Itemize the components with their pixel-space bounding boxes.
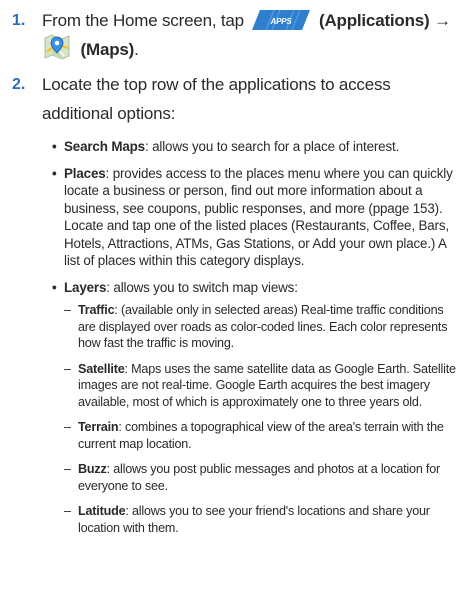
list-item: • Search Maps: allows you to search for …: [52, 138, 461, 156]
layer-item: – Latitude: allows you to see your frien…: [64, 503, 461, 536]
layer-term: Buzz: [78, 462, 107, 476]
maps-label: (Maps): [80, 40, 135, 59]
dash-symbol: –: [64, 303, 71, 317]
step-number: 1.: [12, 12, 26, 29]
bullet-symbol: •: [52, 279, 57, 295]
option-description: : allows you to switch map views:: [106, 279, 298, 295]
bullet-symbol: •: [52, 165, 57, 181]
step-text: Locate the top row of the applications t…: [42, 75, 391, 123]
layer-description: : (available only in selected areas) Rea…: [78, 303, 448, 350]
layer-description: : Maps uses the same satellite data as G…: [78, 361, 456, 409]
applications-label: (Applications): [318, 11, 430, 30]
step-text: From the Home screen, tap APPS (Applicat…: [42, 6, 459, 66]
maps-icon: [42, 32, 72, 62]
layer-description: : combines a topographical view of the a…: [78, 420, 444, 451]
layer-item: – Traffic: (available only in selected a…: [64, 302, 461, 352]
layer-term: Latitude: [78, 504, 126, 518]
arrow: →: [434, 11, 451, 30]
option-description: : provides access to the places menu whe…: [64, 165, 453, 269]
dash-symbol: –: [64, 504, 71, 518]
option-description: : allows you to search for a place of in…: [144, 139, 400, 154]
option-term: Layers: [64, 279, 107, 295]
layer-item: – Buzz: allows you post public messages …: [64, 461, 461, 494]
manual-page: 1. From the Home screen, tap APPS (Appli…: [0, 0, 473, 614]
layer-item: – Terrain: combines a topographical view…: [64, 419, 461, 452]
step-1-intro: From the Home screen, tap: [42, 11, 244, 30]
layer-term: Terrain: [78, 420, 119, 434]
bullet-symbol: •: [52, 139, 57, 154]
options-list: • Search Maps: allows you to search for …: [52, 138, 461, 545]
step-number: 2.: [12, 76, 26, 93]
layer-term: Traffic: [78, 303, 115, 317]
layer-item: – Satellite: Maps uses the same satellit…: [64, 361, 461, 411]
dash-symbol: –: [64, 361, 71, 376]
layer-term: Satellite: [78, 361, 125, 376]
option-term: Search Maps: [64, 139, 145, 154]
apps-icon-text: APPS: [270, 17, 293, 26]
list-item: • Layers: allows you to switch map views…: [52, 279, 461, 537]
apps-icon: APPS: [252, 9, 311, 30]
option-term: Places: [64, 165, 106, 181]
list-item: • Places: provides access to the places …: [52, 165, 461, 270]
layer-description: : allows you to see your friend's locati…: [78, 504, 430, 535]
layer-description: : allows you post public messages and ph…: [78, 462, 441, 493]
dash-symbol: –: [64, 462, 71, 476]
dash-symbol: –: [64, 420, 71, 434]
